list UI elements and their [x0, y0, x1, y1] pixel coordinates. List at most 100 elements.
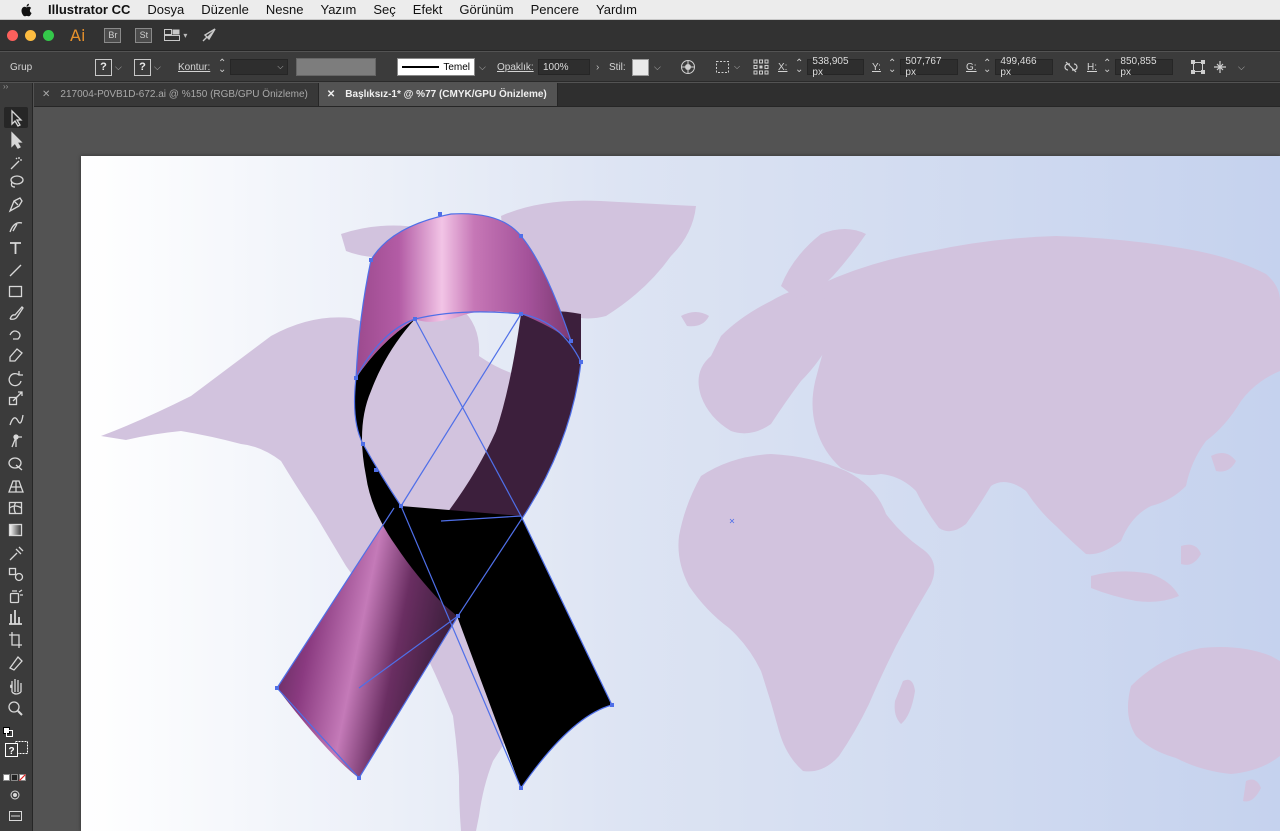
arrange-documents-icon — [164, 29, 181, 41]
menu-yardim[interactable]: Yardım — [596, 2, 637, 17]
transform-button[interactable] — [1190, 52, 1206, 82]
svg-text:?: ? — [9, 746, 15, 757]
height-label[interactable]: H: — [1087, 52, 1097, 82]
height-field[interactable]: 850,855 px — [1115, 56, 1174, 78]
close-icon[interactable]: ✕ — [42, 89, 50, 100]
graphic-style-control[interactable]: ⌵ — [632, 52, 661, 82]
opacity-control[interactable]: 100% › — [538, 52, 599, 82]
apple-logo-icon[interactable] — [18, 3, 34, 17]
menu-sec[interactable]: Seç — [373, 2, 395, 17]
menu-nesne[interactable]: Nesne — [266, 2, 304, 17]
window-minimize-button[interactable] — [25, 29, 36, 41]
tab-document-1[interactable]: ✕ 217004-P0VB1D-672.ai @ %150 (RGB/GPU Ö… — [34, 83, 319, 106]
constrain-proportions-button[interactable] — [1063, 52, 1079, 82]
rotate-tool-icon — [8, 371, 23, 387]
isolate-group-icon — [1214, 61, 1226, 73]
menu-gorunum[interactable]: Görünüm — [459, 2, 513, 17]
chevron-down-icon[interactable]: ⌵ — [654, 62, 661, 73]
stroke-weight-field[interactable]: ⌵ — [230, 59, 289, 75]
x-label[interactable]: X: — [778, 52, 787, 82]
artboard[interactable] — [81, 156, 1280, 831]
map-iceland — [681, 312, 709, 327]
map-japan — [1211, 452, 1236, 472]
menu-dosya[interactable]: Dosya — [147, 2, 184, 17]
rectangle-tool-icon — [8, 285, 23, 298]
width-label[interactable]: G: — [966, 52, 977, 82]
menu-yazim[interactable]: Yazım — [320, 2, 356, 17]
world-map — [101, 200, 1280, 831]
x-position-field[interactable]: 538,905 px — [807, 56, 865, 78]
screen-mode-icon — [9, 811, 22, 821]
close-icon[interactable]: ✕ — [327, 89, 335, 100]
y-label[interactable]: Y: — [872, 52, 881, 82]
transform-icon — [1191, 60, 1205, 74]
document-tabs: ✕ 217004-P0VB1D-672.ai @ %150 (RGB/GPU Ö… — [34, 83, 1280, 107]
width-control[interactable]: ⌃ ⌄ 499,466 px — [983, 52, 1054, 82]
map-australia — [1127, 647, 1280, 774]
chevron-down-icon[interactable]: ⌵ — [734, 62, 740, 72]
graphic-style-swatch[interactable] — [632, 58, 649, 76]
reference-point-button[interactable] — [753, 52, 769, 82]
window-close-button[interactable] — [7, 29, 18, 41]
brush-definition-field[interactable]: Temel — [397, 58, 475, 76]
window-zoom-button[interactable] — [43, 29, 54, 41]
artwork[interactable] — [81, 156, 1280, 831]
shaper-tool-icon — [9, 330, 21, 340]
brush-definition[interactable]: Temel ⌵ — [397, 52, 486, 82]
stroke-control[interactable]: ? ⌵ — [134, 52, 161, 82]
menu-app-name[interactable]: Illustrator CC — [48, 2, 130, 17]
stock-button[interactable]: St — [135, 27, 153, 43]
chevron-down-icon[interactable]: ⌵ — [154, 62, 161, 73]
height-control[interactable]: ⌃ ⌄ 850,855 px — [1103, 52, 1174, 82]
width-field[interactable]: 499,466 px — [995, 56, 1054, 78]
blend-tool-icon — [8, 567, 17, 576]
graph-tool-icon — [9, 610, 22, 625]
stepper-arrows-icon[interactable]: ⌃ ⌄ — [218, 59, 226, 75]
bridge-button[interactable]: Br — [104, 27, 122, 43]
menu-pencere[interactable]: Pencere — [531, 2, 579, 17]
stroke-weight-stepper[interactable]: ⌃ ⌄ ⌵ — [218, 52, 289, 82]
menu-duzenle[interactable]: Düzenle — [201, 2, 249, 17]
illustrator-logo: Ai — [70, 25, 86, 45]
chevron-right-icon[interactable]: › — [596, 62, 599, 73]
stroke-swatch[interactable]: ? — [134, 58, 151, 76]
stepper-arrows-icon[interactable]: ⌃ ⌄ — [795, 59, 803, 75]
arrange-documents-button[interactable]: ▾ — [164, 29, 187, 41]
chevron-down-icon[interactable]: ⌵ — [115, 62, 122, 73]
paintbrush-icon — [9, 306, 24, 320]
x-position-control[interactable]: ⌃ ⌄ 538,905 px — [795, 52, 865, 82]
stepper-arrows-icon[interactable]: ⌃ ⌄ — [983, 59, 991, 75]
y-position-field[interactable]: 507,767 px — [900, 56, 959, 78]
fill-stroke-defaults-icon — [3, 727, 13, 737]
align-to-button[interactable]: ⌵ — [715, 52, 740, 82]
gpu-performance-icon[interactable] — [201, 27, 217, 43]
opacity-field[interactable]: 100% — [538, 59, 590, 75]
tab-document-2[interactable]: ✕ Başlıksız-1* @ %77 (CMYK/GPU Önizleme) — [318, 83, 558, 106]
map-philippines — [1181, 544, 1201, 565]
fill-swatch[interactable]: ? — [95, 58, 112, 76]
y-position-control[interactable]: ⌃ ⌄ 507,767 px — [888, 52, 959, 82]
selection-type-label: Grup — [10, 61, 33, 73]
canvas-area[interactable] — [34, 108, 1280, 831]
isolate-group-button[interactable] — [1212, 52, 1228, 82]
curvature-tool-icon — [9, 222, 23, 233]
variable-width-profile-field[interactable] — [296, 58, 376, 76]
draw-mode-icon — [10, 790, 20, 800]
pen-tool-icon — [8, 197, 23, 213]
control-panel-menu-button[interactable]: ⌵ — [1238, 52, 1245, 82]
brush-name: Temel — [443, 61, 470, 73]
menu-bar: Illustrator CC Dosya Düzenle Nesne Yazım… — [0, 0, 1280, 20]
chevron-down-icon[interactable]: ⌵ — [479, 62, 486, 73]
recolor-artwork-button[interactable] — [680, 52, 696, 82]
menu-efekt[interactable]: Efekt — [413, 2, 443, 17]
link-broken-icon — [1064, 61, 1078, 73]
gradient-tool-icon — [8, 523, 23, 537]
opacity-label[interactable]: Opaklık: — [497, 52, 534, 82]
fill-control[interactable]: ? ⌵ — [95, 52, 122, 82]
stepper-arrows-icon[interactable]: ⌃ ⌄ — [888, 59, 896, 75]
chevron-down-icon[interactable]: ⌵ — [1238, 62, 1245, 73]
stepper-arrows-icon[interactable]: ⌃ ⌄ — [1103, 59, 1111, 75]
chevron-down-icon[interactable]: ⌵ — [277, 62, 283, 72]
variable-width-profile[interactable] — [296, 52, 376, 82]
stroke-weight-label[interactable]: Kontur: — [178, 52, 210, 82]
